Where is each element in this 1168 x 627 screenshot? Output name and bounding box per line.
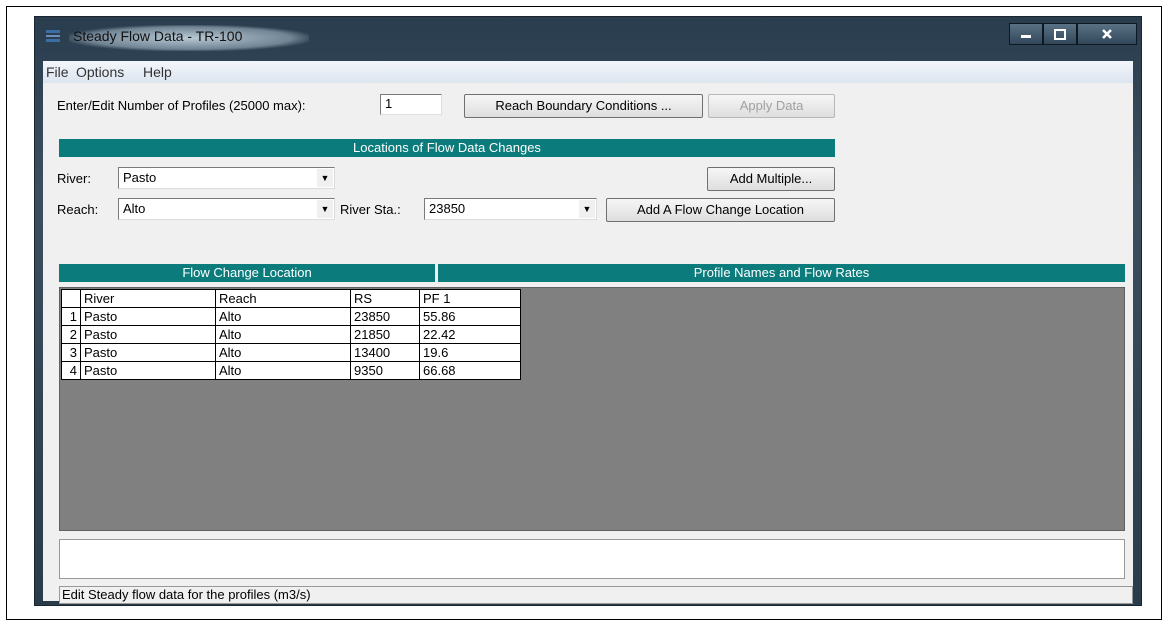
- flow-data-grid: River Reach RS PF 1 1 Pasto Alto 23850 5…: [59, 287, 1125, 531]
- steady-flow-window: Steady Flow Data - TR-100 File Options H…: [34, 16, 1142, 606]
- minimize-icon: [1021, 35, 1031, 38]
- locations-header: Locations of Flow Data Changes: [59, 139, 835, 157]
- title-bar[interactable]: Steady Flow Data - TR-100: [35, 17, 1141, 60]
- cell-river[interactable]: Pasto: [80, 361, 216, 380]
- add-multiple-button[interactable]: Add Multiple...: [707, 167, 835, 191]
- flow-table: River Reach RS PF 1 1 Pasto Alto 23850 5…: [61, 289, 521, 380]
- cell-flow[interactable]: 55.86: [419, 307, 521, 326]
- menu-options[interactable]: Options: [76, 64, 124, 80]
- description-textbox[interactable]: [59, 539, 1125, 579]
- maximize-icon: [1054, 28, 1066, 40]
- profile-names-header: Profile Names and Flow Rates: [438, 264, 1125, 282]
- column-header-index[interactable]: [61, 289, 81, 308]
- river-label: River:: [57, 171, 91, 186]
- table-row: 1 Pasto Alto 23850 55.86: [61, 307, 521, 326]
- reach-boundary-conditions-button[interactable]: Reach Boundary Conditions ...: [464, 94, 703, 118]
- row-number: 4: [61, 361, 81, 380]
- menu-bar: File Options Help: [43, 61, 1133, 83]
- reach-select-value: Alto: [123, 201, 146, 216]
- river-station-select-value: 23850: [429, 201, 466, 216]
- reach-select[interactable]: Alto ▼: [118, 198, 335, 220]
- cell-reach[interactable]: Alto: [215, 307, 351, 326]
- river-station-label: River Sta.:: [340, 202, 401, 217]
- table-header-row: River Reach RS PF 1: [61, 289, 521, 308]
- menu-file[interactable]: File: [46, 64, 69, 80]
- column-header-river[interactable]: River: [80, 289, 216, 308]
- river-select[interactable]: Pasto ▼: [118, 167, 335, 189]
- cell-river[interactable]: Pasto: [80, 343, 216, 362]
- column-header-rs[interactable]: RS: [350, 289, 420, 308]
- column-header-pf1[interactable]: PF 1: [419, 289, 521, 308]
- window-controls: [1009, 23, 1137, 45]
- cell-flow[interactable]: 19.6: [419, 343, 521, 362]
- cell-reach[interactable]: Alto: [215, 325, 351, 344]
- apply-data-button[interactable]: Apply Data: [708, 94, 835, 118]
- cell-flow[interactable]: 22.42: [419, 325, 521, 344]
- cell-rs[interactable]: 23850: [350, 307, 420, 326]
- column-header-reach[interactable]: Reach: [215, 289, 351, 308]
- add-flow-change-location-button[interactable]: Add A Flow Change Location: [606, 198, 835, 222]
- table-row: 3 Pasto Alto 13400 19.6: [61, 343, 521, 362]
- close-icon: [1102, 29, 1112, 39]
- status-bar: Edit Steady flow data for the profiles (…: [59, 586, 1133, 604]
- chevron-down-icon: ▼: [317, 200, 333, 218]
- maximize-button[interactable]: [1043, 23, 1077, 45]
- window-title: Steady Flow Data - TR-100: [73, 28, 243, 44]
- river-select-value: Pasto: [123, 170, 157, 185]
- flow-change-location-header: Flow Change Location: [59, 264, 435, 282]
- cell-river[interactable]: Pasto: [80, 325, 216, 344]
- river-station-select[interactable]: 23850 ▼: [424, 198, 597, 220]
- profiles-count-label: Enter/Edit Number of Profiles (25000 max…: [57, 98, 306, 113]
- cell-reach[interactable]: Alto: [215, 343, 351, 362]
- menu-help[interactable]: Help: [143, 64, 172, 80]
- cell-rs[interactable]: 9350: [350, 361, 420, 380]
- minimize-button[interactable]: [1009, 23, 1043, 45]
- client-area: File Options Help Enter/Edit Number of P…: [43, 61, 1133, 604]
- app-icon: [46, 30, 60, 42]
- profiles-count-input[interactable]: 1: [380, 94, 442, 115]
- cell-flow[interactable]: 66.68: [419, 361, 521, 380]
- close-button[interactable]: [1077, 23, 1137, 45]
- cell-rs[interactable]: 21850: [350, 325, 420, 344]
- table-row: 2 Pasto Alto 21850 22.42: [61, 325, 521, 344]
- row-number: 3: [61, 343, 81, 362]
- chevron-down-icon: ▼: [317, 169, 333, 187]
- row-number: 2: [61, 325, 81, 344]
- table-row: 4 Pasto Alto 9350 66.68: [61, 361, 521, 380]
- reach-label: Reach:: [57, 202, 99, 217]
- row-number: 1: [61, 307, 81, 326]
- cell-river[interactable]: Pasto: [80, 307, 216, 326]
- cell-rs[interactable]: 13400: [350, 343, 420, 362]
- chevron-down-icon: ▼: [579, 200, 595, 218]
- cell-reach[interactable]: Alto: [215, 361, 351, 380]
